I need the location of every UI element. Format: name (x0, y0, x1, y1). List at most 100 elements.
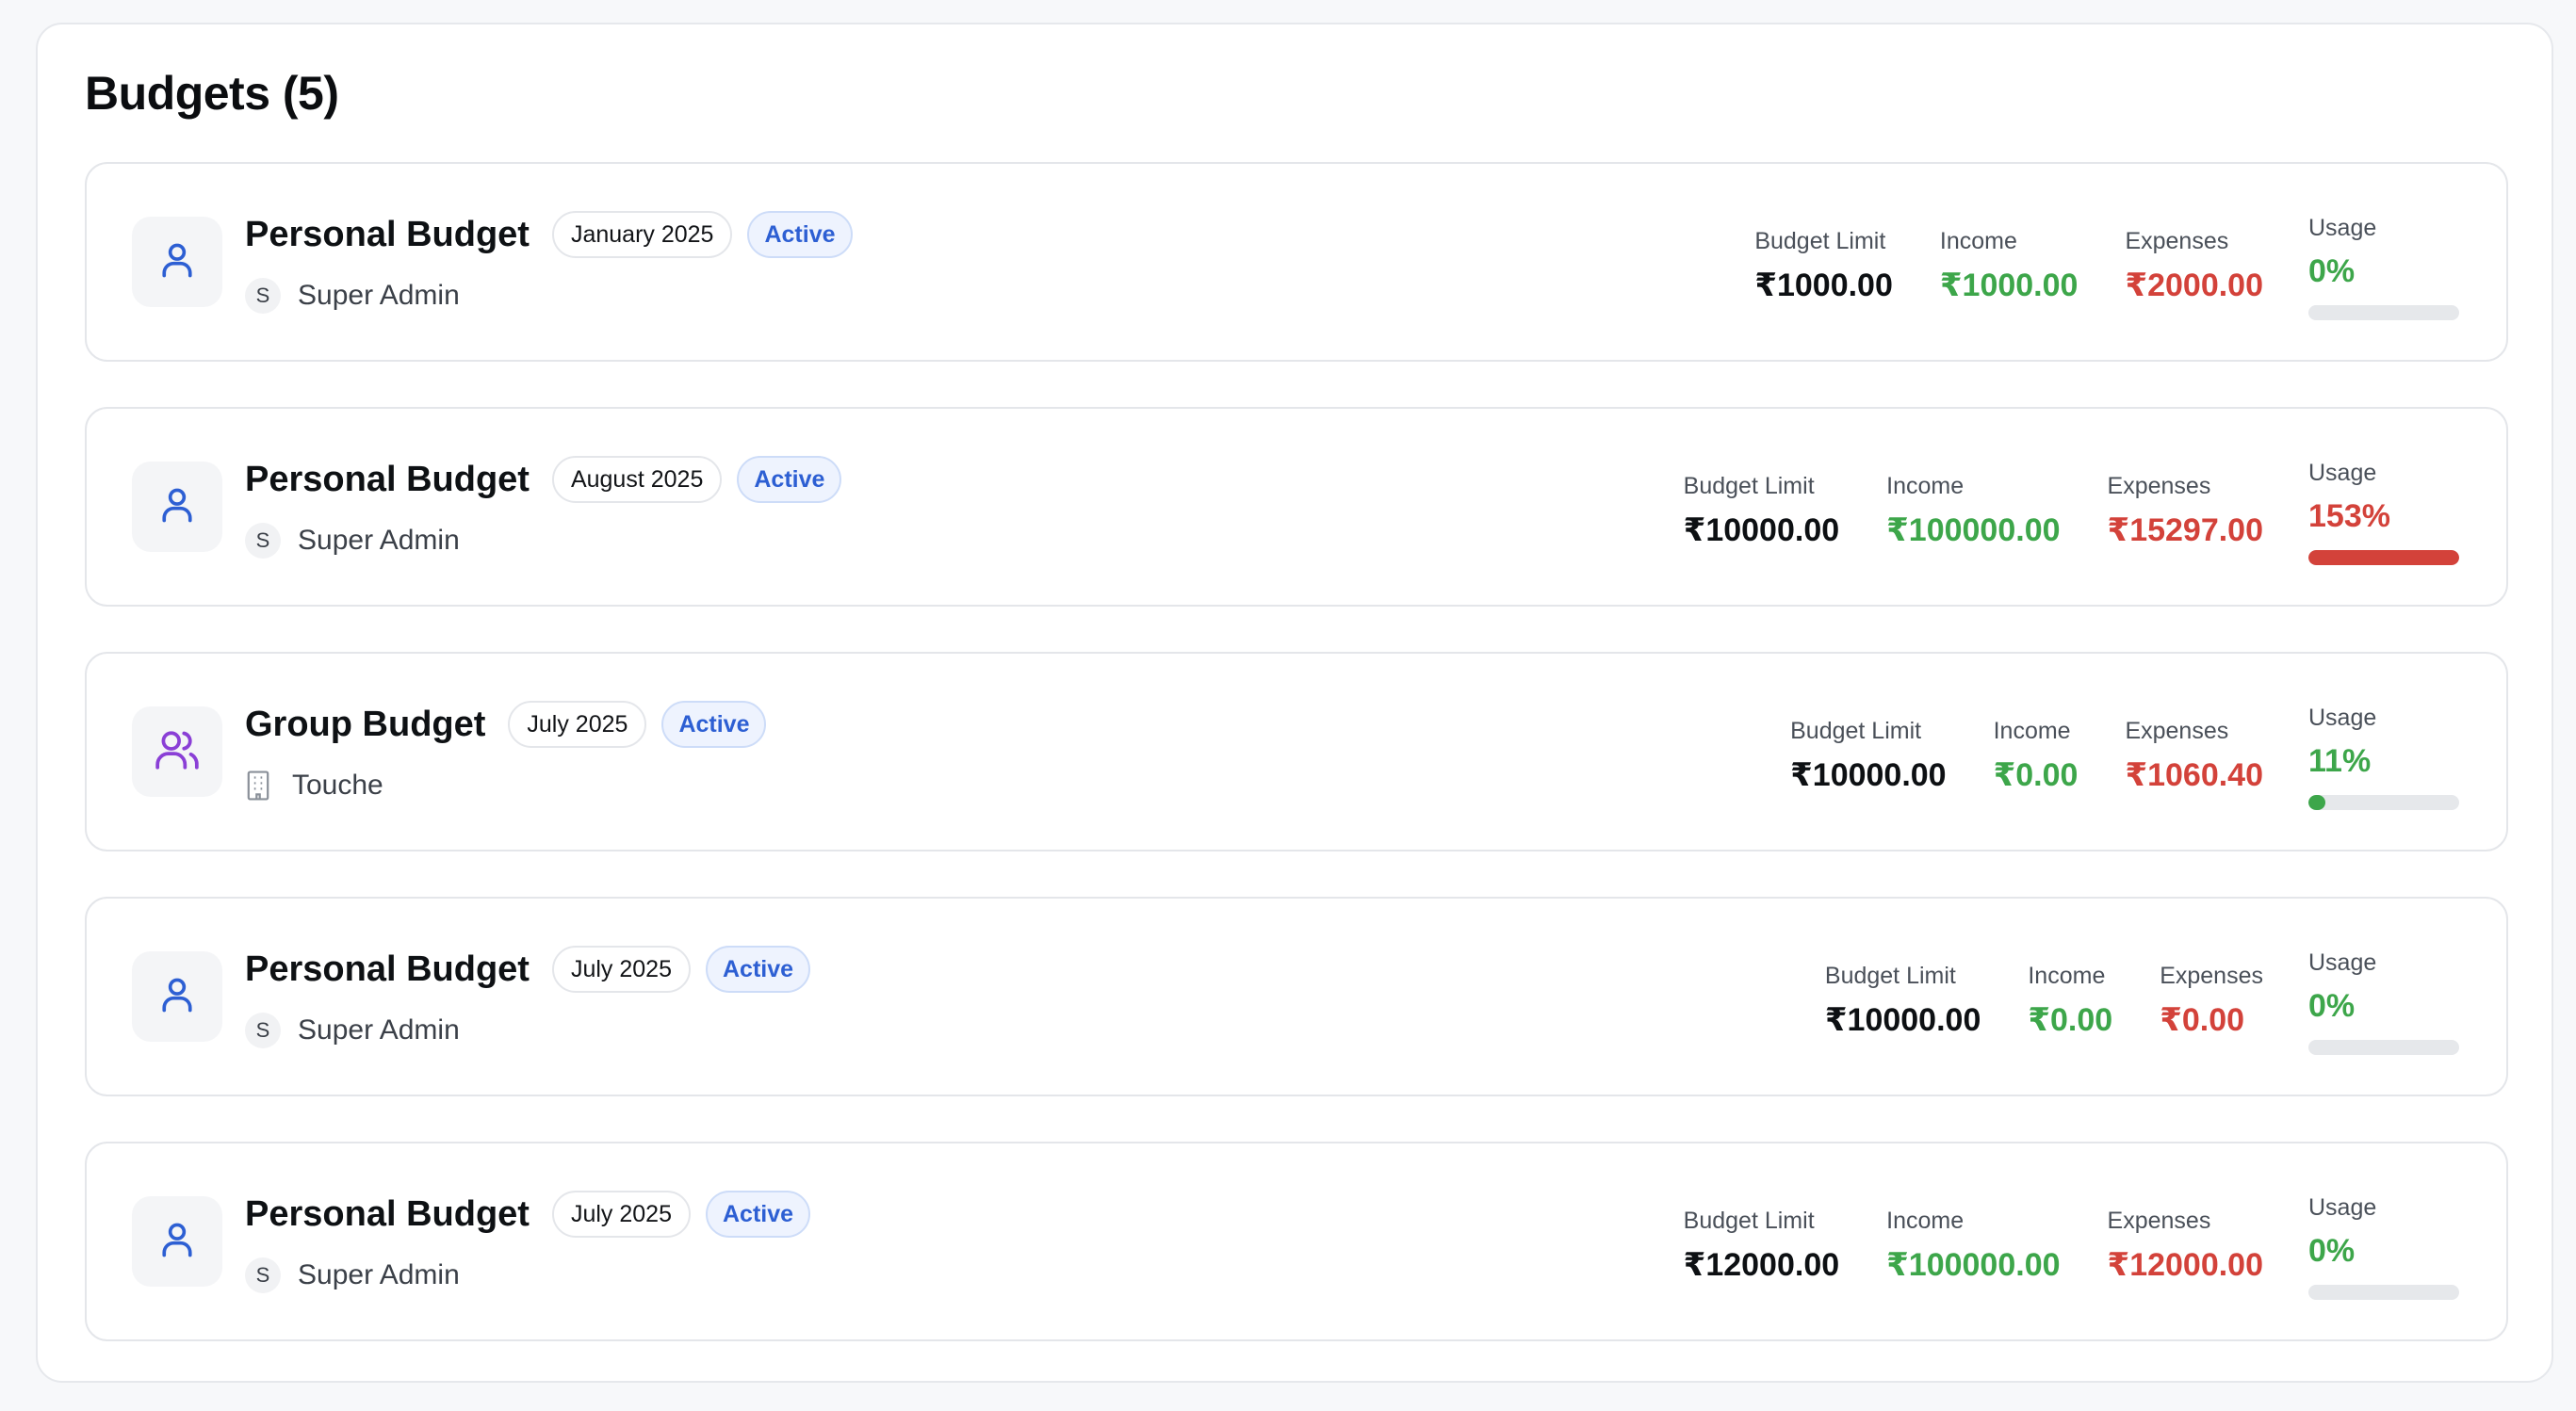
income-label: Income (1886, 1208, 1965, 1234)
usage-value: 0% (2308, 1233, 2356, 1269)
budget-name: Group Budget (245, 704, 486, 744)
owner-avatar: S (245, 1013, 281, 1048)
expenses-label: Expenses (2107, 1208, 2211, 1234)
period-badge: January 2025 (551, 211, 733, 258)
expenses-value: ₹1060.40 (2125, 757, 2263, 793)
income-stat: Income ₹100000.00 (1886, 1185, 2060, 1284)
building-icon (245, 768, 279, 803)
user-icon (156, 1219, 198, 1265)
budget-info: Personal Budget January 2025 Active S Su… (245, 209, 853, 315)
budget-title-row: Personal Budget July 2025 Active (245, 944, 811, 995)
budget-card-3[interactable]: Group Budget July 2025 Active Touche Bud… (85, 652, 2508, 851)
status-badge: Active (737, 456, 842, 503)
owner-row: S Super Admin (245, 1257, 810, 1294)
usage-progress-bar (2308, 305, 2459, 320)
income-stat: Income ₹100000.00 (1886, 450, 2060, 549)
budget-limit-label: Budget Limit (1683, 473, 1815, 499)
budget-name: Personal Budget (245, 214, 530, 254)
income-stat: Income ₹0.00 (2028, 940, 2112, 1039)
status-badge: Active (705, 1191, 811, 1238)
owner-avatar: S (245, 278, 281, 314)
period-badge: July 2025 (508, 701, 647, 748)
budget-limit-stat: Budget Limit ₹10000.00 (1825, 940, 1981, 1039)
income-stat: Income ₹1000.00 (1940, 205, 2079, 304)
owner-name: Super Admin (298, 525, 460, 556)
budget-stats: Budget Limit ₹12000.00 Income ₹100000.00… (1637, 1185, 2459, 1300)
budget-type-avatar (132, 462, 222, 552)
budget-limit-label: Budget Limit (1683, 1208, 1815, 1234)
users-icon (154, 726, 201, 778)
budget-title-row: Personal Budget August 2025 Active (245, 454, 842, 505)
owner-row: S Super Admin (245, 277, 853, 315)
period-badge: July 2025 (551, 946, 691, 993)
page-title: Budgets (5) (85, 67, 339, 120)
expenses-value: ₹0.00 (2160, 1002, 2245, 1038)
budget-name: Personal Budget (245, 459, 530, 499)
owner-avatar: S (245, 523, 281, 559)
usage-value: 0% (2308, 988, 2356, 1024)
owner-name: Touche (292, 770, 383, 801)
budget-type-avatar (132, 706, 222, 797)
usage-stat: Usage 0% (2308, 1185, 2459, 1300)
status-badge: Active (747, 211, 853, 258)
income-value: ₹100000.00 (1886, 512, 2061, 548)
budget-limit-value: ₹12000.00 (1683, 1247, 1840, 1283)
usage-stat: Usage 0% (2308, 940, 2459, 1055)
budget-limit-value: ₹10000.00 (1824, 1002, 1981, 1038)
income-value: ₹0.00 (2028, 1002, 2113, 1038)
budget-info: Personal Budget July 2025 Active S Super… (245, 944, 811, 1049)
usage-value: 11% (2308, 743, 2372, 779)
usage-label: Usage (2308, 215, 2377, 241)
income-label: Income (1939, 228, 2017, 254)
budget-name: Personal Budget (245, 1193, 530, 1234)
budget-type-avatar (132, 951, 222, 1042)
budget-card-5[interactable]: Personal Budget July 2025 Active S Super… (85, 1142, 2508, 1341)
budget-card-4[interactable]: Personal Budget July 2025 Active S Super… (85, 897, 2508, 1096)
budget-stats: Budget Limit ₹10000.00 Income ₹0.00 Expe… (1743, 695, 2459, 810)
expenses-label: Expenses (2107, 473, 2211, 499)
budget-card-1[interactable]: Personal Budget January 2025 Active S Su… (85, 162, 2508, 362)
budget-info: Personal Budget August 2025 Active S Sup… (245, 454, 842, 560)
expenses-stat: Expenses ₹0.00 (2160, 940, 2263, 1039)
usage-label: Usage (2308, 460, 2377, 486)
usage-label: Usage (2308, 949, 2377, 976)
budget-limit-stat: Budget Limit ₹10000.00 (1790, 695, 1946, 794)
budget-title-row: Personal Budget January 2025 Active (245, 209, 853, 260)
usage-value: 0% (2308, 253, 2356, 289)
usage-label: Usage (2308, 705, 2377, 731)
owner-row: Touche (245, 767, 766, 804)
usage-progress-bar (2308, 1285, 2459, 1300)
expenses-stat: Expenses ₹1060.40 (2125, 695, 2263, 794)
budget-limit-value: ₹10000.00 (1790, 757, 1947, 793)
expenses-label: Expenses (2125, 718, 2229, 744)
budget-card-2[interactable]: Personal Budget August 2025 Active S Sup… (85, 407, 2508, 607)
owner-row: S Super Admin (245, 522, 841, 560)
expenses-stat: Expenses ₹12000.00 (2108, 1185, 2263, 1284)
period-badge: July 2025 (551, 1191, 691, 1238)
budget-stats: Budget Limit ₹1000.00 Income ₹1000.00 Ex… (1707, 205, 2459, 320)
budget-limit-stat: Budget Limit ₹12000.00 (1684, 1185, 1839, 1284)
budget-stats: Budget Limit ₹10000.00 Income ₹0.00 Expe… (1778, 940, 2459, 1055)
owner-name: Super Admin (298, 1014, 460, 1046)
budget-type-avatar (132, 217, 222, 307)
status-badge: Active (661, 701, 767, 748)
usage-progress-bar (2308, 795, 2459, 810)
budget-title-row: Group Budget July 2025 Active (245, 699, 767, 750)
budget-limit-stat: Budget Limit ₹10000.00 (1684, 450, 1839, 549)
usage-progress-fill (2308, 795, 2325, 810)
usage-stat: Usage 0% (2308, 205, 2459, 320)
usage-stat: Usage 11% (2308, 695, 2459, 810)
period-badge: August 2025 (551, 456, 723, 503)
expenses-label: Expenses (2125, 228, 2229, 254)
budget-stats: Budget Limit ₹10000.00 Income ₹100000.00… (1637, 450, 2459, 565)
owner-name: Super Admin (298, 1259, 460, 1290)
budget-limit-label: Budget Limit (1824, 963, 1956, 989)
budget-info: Personal Budget July 2025 Active S Super… (245, 1189, 811, 1294)
expenses-label: Expenses (2160, 963, 2263, 989)
income-value: ₹1000.00 (1939, 268, 2079, 303)
income-stat: Income ₹0.00 (1994, 695, 2079, 794)
owner-row: S Super Admin (245, 1012, 810, 1049)
expenses-stat: Expenses ₹15297.00 (2108, 450, 2263, 549)
income-label: Income (1993, 718, 2071, 744)
expenses-stat: Expenses ₹2000.00 (2125, 205, 2263, 304)
